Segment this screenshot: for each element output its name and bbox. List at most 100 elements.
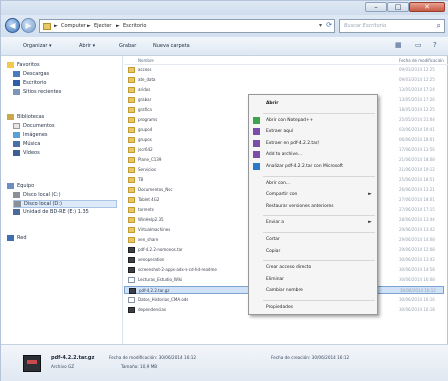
- address-row: ◀ ▶ ► Computer ► Ejecter ► Escritorio ▾ …: [1, 15, 448, 37]
- address-dropdown-icon[interactable]: ▾: [319, 22, 322, 29]
- sidebar-item-videos[interactable]: Vídeos: [13, 150, 117, 158]
- file-name: dependencias: [138, 307, 166, 312]
- file-date: 27/06/2014 17:15: [399, 207, 435, 212]
- sidebar-label: Bibliotecas: [17, 114, 45, 120]
- context-menu-item[interactable]: Compartir con ►: [249, 190, 377, 200]
- menu-separator: [263, 300, 375, 301]
- breadcrumb-separator: ►: [87, 23, 91, 29]
- new-folder-button[interactable]: Nueva carpeta: [153, 43, 190, 49]
- open-button[interactable]: Abrir ▾: [79, 43, 95, 49]
- minimize-button[interactable]: –: [365, 2, 387, 12]
- column-name[interactable]: Nombre: [138, 58, 154, 63]
- breadcrumb-computer[interactable]: Computer: [61, 23, 86, 29]
- context-menu-item[interactable]: Analizar pdf-4.2.2.tar con Microsoft: [249, 162, 377, 172]
- file-icon: [128, 277, 135, 283]
- context-menu-item[interactable]: Cambiar nombre: [249, 286, 377, 296]
- sidebar-item-network[interactable]: Red: [7, 235, 117, 243]
- menu-item-icon: [253, 151, 260, 159]
- close-icon: ✕: [424, 3, 430, 11]
- sidebar-item-documents[interactable]: Documentos: [13, 123, 117, 131]
- file-name: grupos: [138, 137, 152, 142]
- file-name: Plane_C139: [138, 157, 162, 162]
- context-menu-item[interactable]: Cortar: [249, 235, 377, 245]
- context-menu-item[interactable]: Propiedades: [249, 303, 377, 313]
- menu-item-label: Compartir con: [266, 192, 298, 198]
- back-button[interactable]: ◀: [5, 18, 20, 33]
- context-menu-item[interactable]: Restaurar versiones anteriores: [249, 202, 377, 212]
- sidebar-item-bd-drive[interactable]: Unidad de BD-RE (E:) 1.35: [13, 209, 119, 217]
- context-menu-item[interactable]: Enviar a ►: [249, 218, 377, 228]
- table-row[interactable]: ate_data 09/03/2014 12:25: [124, 76, 444, 84]
- address-bar[interactable]: ► Computer ► Ejecter ► Escritorio ▾ ⟳: [39, 19, 335, 33]
- sidebar-item-recent[interactable]: Sitios recientes: [13, 89, 117, 97]
- sidebar-item-disk-c[interactable]: Disco local (C:): [13, 192, 117, 200]
- breadcrumb-user[interactable]: Ejecter: [94, 23, 111, 29]
- download-icon: [13, 71, 20, 77]
- file-date: 26/06/2014 13:21: [399, 187, 435, 192]
- context-menu-item[interactable]: Extraer en pdf-4.2.2.tar/: [249, 139, 377, 149]
- help-icon[interactable]: ?: [433, 41, 441, 50]
- sidebar-item-computer[interactable]: Equipo: [7, 183, 117, 191]
- context-menu-item[interactable]: Abrir con...: [249, 179, 377, 189]
- sidebar-item-images[interactable]: Imágenes: [13, 132, 117, 140]
- folder-icon: [128, 187, 135, 193]
- maximize-button[interactable]: □: [387, 2, 409, 12]
- details-created: Fecha de creación: 30/06/2014 16:12: [271, 355, 350, 360]
- sidebar-item-favorites[interactable]: Favoritos: [7, 62, 117, 70]
- close-button[interactable]: ✕: [409, 2, 445, 12]
- file-date: 30/06/2014 16:12: [400, 288, 436, 293]
- search-icon[interactable]: ⌕: [437, 21, 441, 31]
- context-menu-item[interactable]: Abrir con Notepad++: [249, 116, 377, 126]
- menu-item-label: Abrir con Notepad++: [266, 117, 314, 123]
- music-icon: [13, 141, 20, 147]
- menu-item-label: Copiar: [266, 248, 281, 254]
- sidebar-label: Equipo: [17, 183, 35, 189]
- file-name: WinHelp2.35: [138, 217, 164, 222]
- file-name: Servicios: [138, 167, 156, 172]
- folder-icon: [43, 23, 51, 30]
- sidebar-item-libraries[interactable]: Bibliotecas: [7, 114, 117, 122]
- file-name: Virtualmachines: [138, 227, 171, 232]
- column-date[interactable]: Fecha de modificación: [399, 58, 444, 63]
- sidebar-item-disk-d[interactable]: Disco local (D:): [13, 200, 117, 208]
- context-menu-item[interactable]: Crear acceso directo: [249, 263, 377, 273]
- file-name: programs: [138, 117, 158, 122]
- file-icon: [128, 257, 135, 263]
- search-box[interactable]: Buscar Escritorio ⌕: [339, 19, 445, 33]
- file-date: 27/06/2014 18:01: [399, 197, 435, 202]
- computer-icon: [7, 183, 14, 189]
- sidebar-item-music[interactable]: Música: [13, 141, 117, 149]
- explorer-window: – □ ✕ ◀ ▶ ► Computer ► Ejecter ► Escrito…: [0, 0, 448, 381]
- menu-item-label: Eliminar: [266, 276, 284, 282]
- table-row[interactable]: aridos 13/05/2014 17:24: [124, 86, 444, 94]
- context-menu-item[interactable]: Extraer aquí: [249, 127, 377, 137]
- sidebar-label: Documentos: [23, 123, 55, 129]
- file-name: TB: [138, 177, 144, 182]
- preview-pane-icon[interactable]: ▭: [415, 41, 423, 50]
- recent-places-icon: [13, 89, 20, 95]
- folder-icon: [128, 197, 135, 203]
- forward-button[interactable]: ▶: [21, 18, 36, 33]
- breadcrumb-desktop[interactable]: Escritorio: [123, 23, 146, 29]
- breadcrumb-separator: ►: [54, 23, 58, 29]
- images-icon: [13, 132, 20, 138]
- folder-icon: [128, 117, 135, 123]
- file-date: 13/05/2014 17:24: [399, 87, 435, 92]
- file-name: aridos: [138, 87, 151, 92]
- file-icon: [128, 307, 135, 313]
- library-icon: [7, 114, 14, 120]
- organize-button[interactable]: Organizar ▾: [23, 43, 52, 49]
- context-menu-item[interactable]: Eliminar: [249, 275, 377, 285]
- file-date: 29/06/2014 14:08: [399, 237, 435, 242]
- burn-button[interactable]: Grabar: [119, 43, 136, 49]
- context-menu-item[interactable]: Abrir: [249, 99, 377, 109]
- sidebar-item-desktop[interactable]: Escritorio: [13, 80, 117, 88]
- submenu-arrow-icon: ►: [368, 219, 372, 226]
- refresh-icon[interactable]: ⟳: [326, 21, 332, 29]
- sidebar-label: Sitios recientes: [23, 89, 62, 95]
- context-menu-item[interactable]: Copiar: [249, 247, 377, 257]
- view-options-icon[interactable]: ▦: [395, 41, 403, 50]
- table-row[interactable]: access 09/03/2014 12:25: [124, 66, 444, 74]
- context-menu-item[interactable]: Add to archive...: [249, 150, 377, 160]
- sidebar-item-downloads[interactable]: Descargas: [13, 71, 117, 79]
